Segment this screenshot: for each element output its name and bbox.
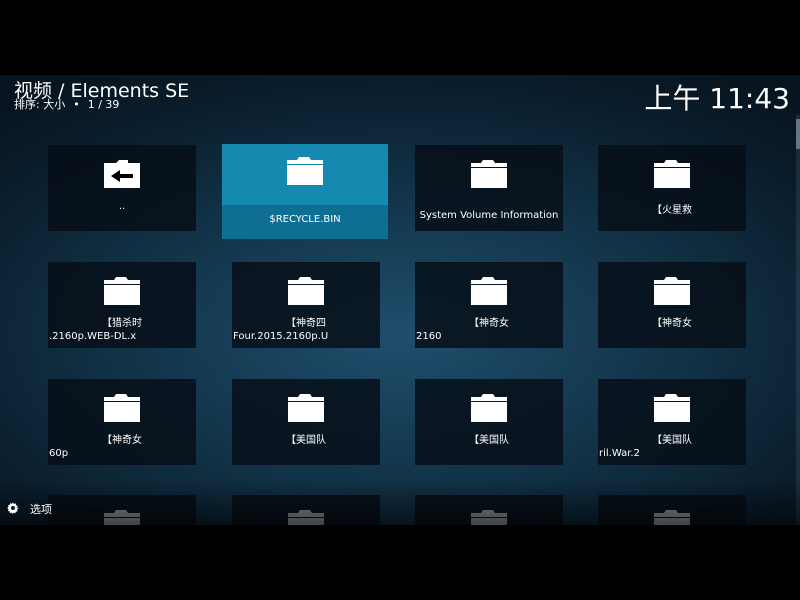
folder-icon [471,394,507,422]
folder-back-icon [104,160,140,188]
folder-tile[interactable] [232,495,380,525]
tile-label: System Volume Information [419,210,559,221]
folder-icon [288,394,324,422]
folder-tile-system-volume[interactable]: System Volume Information [415,145,563,231]
folder-icon [104,394,140,422]
gear-icon [6,502,20,518]
folder-icon [654,160,690,188]
folder-tile[interactable]: 【神奇四 Four.2015.2160p.U [232,262,380,348]
tile-sublabel: 2160 [416,331,442,342]
folder-icon [288,277,324,305]
item-position: 1 / 39 [87,98,120,111]
tile-sublabel: 60p [49,448,69,459]
tile-label: $RECYCLE.BIN [269,214,341,225]
options-label: 选项 [30,503,52,516]
folder-icon [104,510,140,525]
folder-icon [654,510,690,525]
folder-tile[interactable] [598,495,746,525]
folder-tile[interactable]: 【美国队 ril.War.2 [598,379,746,465]
folder-icon [288,510,324,525]
folder-icon [471,277,507,305]
folder-icon [471,160,507,188]
options-button[interactable]: 选项 [6,502,52,518]
folder-tile[interactable]: 【神奇女 [598,262,746,348]
folder-icon [471,510,507,525]
folder-tile-recycle-bin[interactable]: $RECYCLE.BIN [222,144,388,239]
tile-sublabel: ril.War.2 [599,448,640,459]
clock: 上午 11:43 [644,82,790,115]
folder-tile[interactable]: 【猎杀时 .2160p.WEB-DL.x [48,262,196,348]
folder-tile[interactable] [415,495,563,525]
tile-label: 【神奇四 [286,318,326,329]
folder-tile[interactable] [48,495,196,525]
folder-icon [104,277,140,305]
folder-icon [654,277,690,305]
scrollbar-thumb[interactable] [796,119,800,149]
folder-tile[interactable]: 【美国队 [415,379,563,465]
folder-tile[interactable]: 【美国队 [232,379,380,465]
media-browser: 视频 / Elements SE 排序: 大小 • 1 / 39 上午 11:43 … [0,75,800,525]
tile-label: 【神奇女 [469,318,509,329]
tile-label: 【火星救 [652,205,692,216]
separator-dot: • [73,98,80,111]
tile-sublabel: .2160p.WEB-DL.x [49,331,137,342]
tile-sublabel: Four.2015.2160p.U [233,331,329,342]
tile-label: 【神奇女 [652,318,692,329]
tile-label: 【美国队 [469,435,509,446]
folder-icon [654,394,690,422]
tile-label: 【猎杀时 [102,318,142,329]
sort-label[interactable]: 排序: 大小 [14,98,65,111]
scrollbar[interactable] [796,115,800,525]
sort-status: 排序: 大小 • 1 / 39 [14,98,119,112]
tile-label: 【神奇女 [102,435,142,446]
tile-label: 【美国队 [286,435,326,446]
folder-tile-parent[interactable]: .. [48,145,196,231]
tile-label: .. [118,201,126,212]
folder-tile[interactable]: 【神奇女 60p [48,379,196,465]
folder-icon [287,157,323,185]
tile-label: 【美国队 [652,435,692,446]
folder-tile-martian[interactable]: 【火星救 [598,145,746,231]
folder-tile[interactable]: 【神奇女 2160 [415,262,563,348]
